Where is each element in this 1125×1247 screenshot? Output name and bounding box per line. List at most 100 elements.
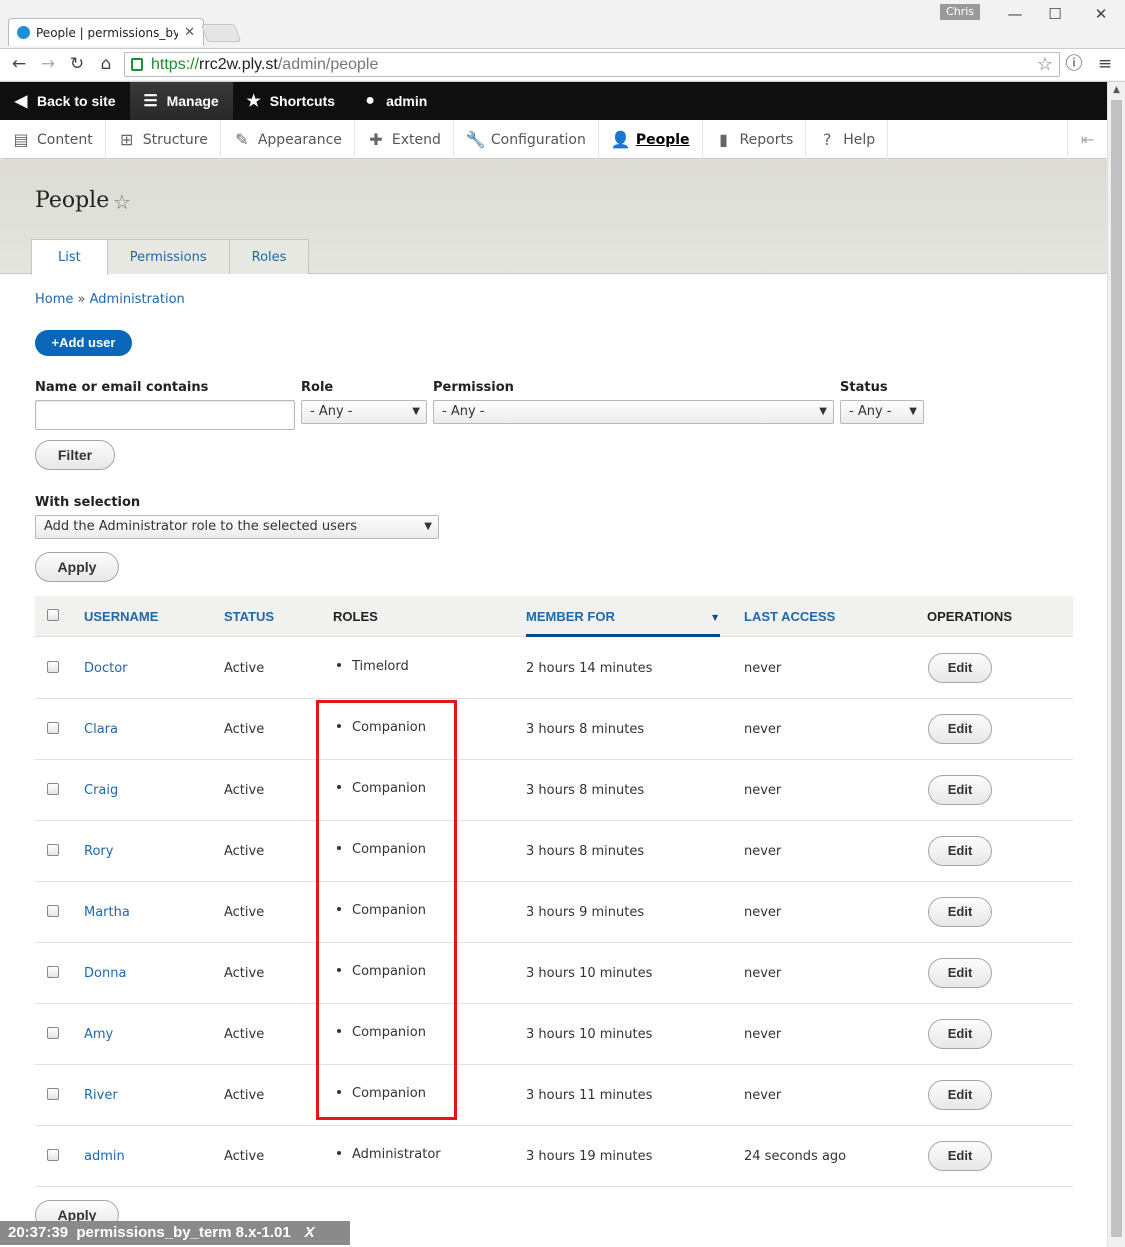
row-checkbox[interactable] — [47, 661, 59, 673]
edit-button[interactable]: Edit — [928, 1080, 992, 1110]
member-for-cell: 3 hours 10 minutes — [526, 966, 653, 981]
scroll-up-icon[interactable]: ▲ — [1108, 82, 1125, 99]
row-checkbox[interactable] — [47, 844, 59, 856]
row-checkbox[interactable] — [47, 1027, 59, 1039]
tray-item-people[interactable]: 👤 People — [599, 120, 703, 159]
forward-icon[interactable]: → — [37, 53, 59, 75]
vertical-scrollbar[interactable]: ▲ — [1107, 82, 1125, 1247]
header-member-for[interactable]: MEMBER FOR — [526, 609, 615, 624]
new-tab-button[interactable] — [200, 24, 242, 42]
add-user-button[interactable]: +Add user — [35, 330, 132, 356]
chevron-down-icon: ▼ — [909, 406, 917, 417]
tray-item-configuration[interactable]: 🔧 Configuration — [454, 120, 599, 159]
breadcrumb-administration[interactable]: Administration — [90, 292, 185, 307]
table-row: Rory Active Companion 3 hours 8 minutes neve… — [35, 821, 1073, 882]
user-tab[interactable]: ● admin — [349, 82, 441, 120]
tray-item-structure[interactable]: ⊞ Structure — [106, 120, 221, 159]
collapse-tray-icon[interactable]: ⇤ — [1067, 120, 1107, 159]
table-header: USERNAME STATUS ROLES MEMBER FOR ▼ LAST … — [35, 596, 1073, 637]
profile-badge[interactable]: Chris — [940, 4, 980, 20]
username-link[interactable]: Martha — [84, 905, 130, 920]
role-select[interactable]: - Any - ▼ — [301, 400, 427, 424]
username-link[interactable]: Craig — [84, 783, 118, 798]
overlay-close[interactable]: X — [305, 1224, 315, 1241]
home-icon[interactable]: ⌂ — [95, 53, 117, 75]
back-to-site-label: Back to site — [37, 93, 116, 109]
reload-icon[interactable]: ↻ — [66, 53, 88, 75]
edit-button[interactable]: Edit — [928, 897, 992, 927]
back-to-site-link[interactable]: ◀ Back to site — [0, 82, 130, 120]
bulk-action-select[interactable]: Add the Administrator role to the select… — [35, 515, 439, 539]
username-link[interactable]: Rory — [84, 844, 113, 859]
apply-button[interactable]: Apply — [35, 552, 119, 582]
role-item: Administrator — [337, 1147, 441, 1162]
tab-list[interactable]: List — [31, 239, 108, 275]
back-icon[interactable]: ← — [8, 53, 30, 75]
tab-roles[interactable]: Roles — [228, 239, 310, 274]
status-select[interactable]: - Any - ▼ — [840, 400, 924, 424]
header-username[interactable]: USERNAME — [84, 609, 158, 624]
edit-button[interactable]: Edit — [928, 1141, 992, 1171]
edit-button[interactable]: Edit — [928, 1019, 992, 1049]
menu-icon[interactable]: ≡ — [1094, 53, 1116, 75]
row-checkbox[interactable] — [47, 783, 59, 795]
row-checkbox[interactable] — [47, 1088, 59, 1100]
member-for-cell: 3 hours 8 minutes — [526, 722, 645, 737]
select-all-checkbox[interactable] — [47, 609, 59, 621]
edit-button[interactable]: Edit — [928, 775, 992, 805]
address-bar[interactable]: https://rrc2w.ply.st/admin/people ☆ — [124, 52, 1060, 77]
filter-button[interactable]: Filter — [35, 440, 115, 470]
extension-icon[interactable]: ⓘ — [1063, 53, 1085, 75]
last-access-cell: never — [744, 661, 782, 676]
primary-tabs: List Permissions Roles — [31, 239, 310, 275]
close-window-icon[interactable]: ✕ — [1086, 4, 1116, 24]
row-checkbox[interactable] — [47, 966, 59, 978]
edit-button[interactable]: Edit — [928, 653, 992, 683]
username-link[interactable]: Doctor — [84, 661, 128, 676]
close-tab-icon[interactable]: ✕ — [184, 25, 195, 40]
edit-button[interactable]: Edit — [928, 958, 992, 988]
breadcrumb-home[interactable]: Home — [35, 292, 73, 307]
tray-item-help[interactable]: ? Help — [806, 120, 889, 159]
recording-overlay: 20:37:39 permissions_by_term 8.x-1.01 X — [0, 1221, 350, 1245]
tab-permissions[interactable]: Permissions — [106, 239, 230, 274]
row-checkbox[interactable] — [47, 1149, 59, 1161]
header-status[interactable]: STATUS — [224, 609, 274, 624]
username-link[interactable]: Donna — [84, 966, 126, 981]
scroll-thumb[interactable] — [1111, 100, 1122, 1237]
shortcut-star-icon[interactable]: ☆ — [113, 190, 131, 214]
row-checkbox[interactable] — [47, 722, 59, 734]
tray-item-extend[interactable]: ✚ Extend — [355, 120, 454, 159]
minimize-icon[interactable]: — — [1000, 4, 1030, 24]
status-cell: Active — [224, 844, 265, 859]
manage-tab[interactable]: ☰ Manage — [129, 82, 233, 120]
tray-item-content[interactable]: ▤ Content — [0, 120, 106, 159]
last-access-cell: never — [744, 722, 782, 737]
edit-button[interactable]: Edit — [928, 714, 992, 744]
shortcuts-tab[interactable]: ★ Shortcuts — [233, 82, 349, 120]
page-header: People ☆ List Permissions Roles — [0, 160, 1107, 275]
tray-item-appearance[interactable]: ✎ Appearance — [221, 120, 355, 159]
tray-label: People — [635, 131, 690, 148]
maximize-icon[interactable]: ☐ — [1040, 4, 1070, 24]
browser-chrome: People | permissions_by_te ✕ Chris — ☐ ✕… — [0, 0, 1125, 82]
username-link[interactable]: admin — [84, 1149, 125, 1164]
row-checkbox[interactable] — [47, 905, 59, 917]
role-label: Administrator — [352, 1147, 441, 1162]
bookmark-star-icon[interactable]: ☆ — [1037, 54, 1053, 75]
status-cell: Active — [224, 722, 265, 737]
back-arrow-icon: ◀ — [14, 93, 28, 110]
permission-select[interactable]: - Any - ▼ — [433, 400, 834, 424]
edit-button[interactable]: Edit — [928, 836, 992, 866]
username-link[interactable]: Amy — [84, 1027, 113, 1042]
username-link[interactable]: River — [84, 1088, 118, 1103]
tray-item-reports[interactable]: ▮ Reports — [703, 120, 807, 159]
name-filter-input[interactable] — [35, 400, 295, 430]
browser-tab[interactable]: People | permissions_by_te ✕ — [8, 18, 204, 46]
status-cell: Active — [224, 966, 265, 981]
header-last-access[interactable]: LAST ACCESS — [744, 609, 835, 624]
chevron-down-icon: ▼ — [819, 406, 827, 417]
username-link[interactable]: Clara — [84, 722, 118, 737]
last-access-cell: never — [744, 905, 782, 920]
role-filter-label: Role — [301, 380, 334, 395]
